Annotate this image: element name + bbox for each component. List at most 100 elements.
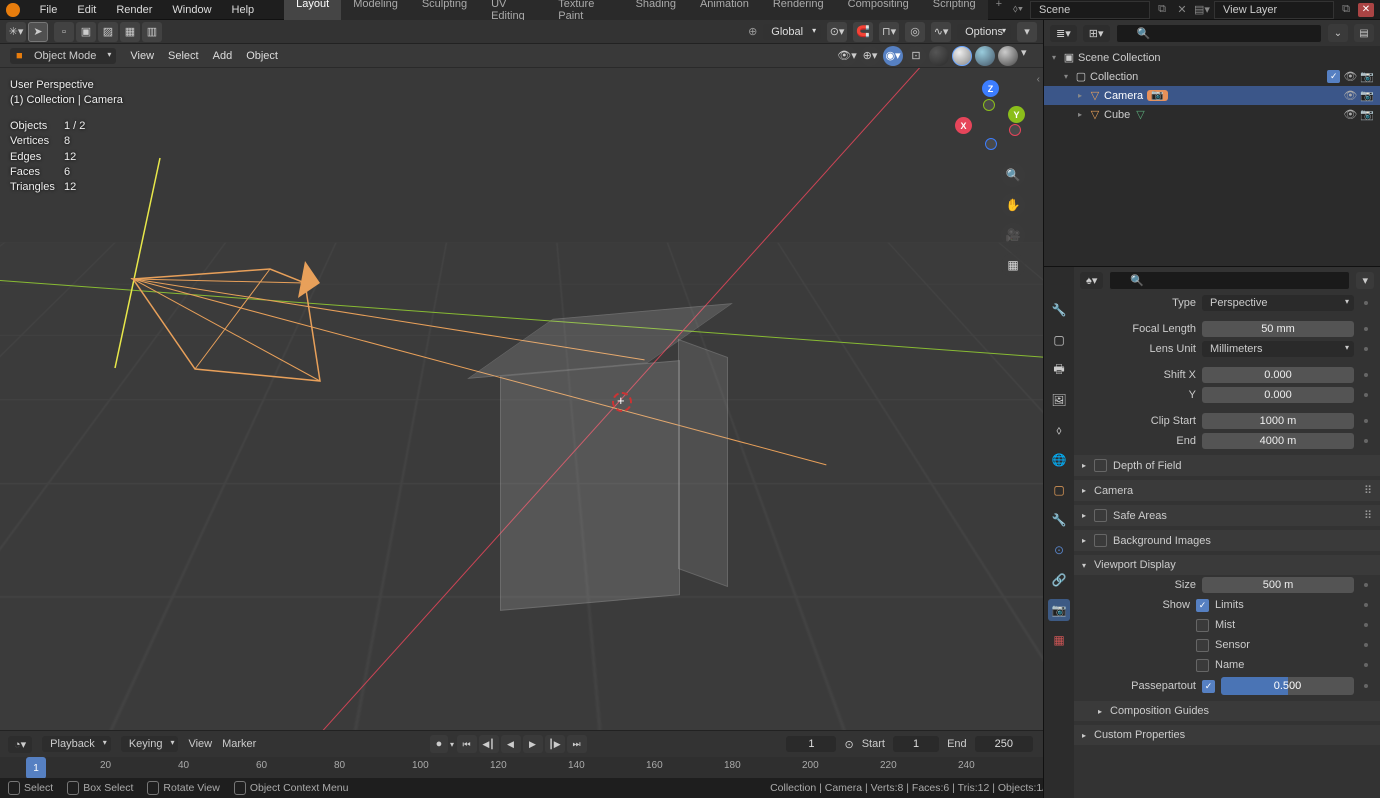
- timeline-ruler[interactable]: 1 20 40 60 80 100 120 140 160 180 200 22…: [0, 757, 1043, 779]
- viewlayer-browse-icon[interactable]: ▤▾: [1194, 2, 1210, 18]
- gizmo-neg-z-axis[interactable]: [985, 138, 997, 150]
- passepartout-slider[interactable]: 0.500: [1221, 677, 1354, 695]
- shading-matprev[interactable]: [975, 46, 995, 66]
- anim-dot[interactable]: [1364, 393, 1368, 397]
- gizmo-z-axis[interactable]: Z: [982, 80, 999, 97]
- tool-cursor-icon[interactable]: ➤: [28, 22, 48, 42]
- anim-dot[interactable]: [1364, 327, 1368, 331]
- anim-dot[interactable]: [1364, 583, 1368, 587]
- cube-row[interactable]: ▸▽Cube ▽ 👁📷: [1044, 105, 1380, 124]
- passepartout-checkbox[interactable]: ✓: [1202, 680, 1215, 693]
- dof-toggle[interactable]: [1094, 459, 1107, 472]
- sensor-checkbox[interactable]: [1196, 639, 1209, 652]
- safeareas-panel-header[interactable]: ▸Safe Areas⠿: [1074, 505, 1380, 526]
- overlays-toggle[interactable]: ◉▾: [883, 46, 903, 66]
- constraint-props-tab[interactable]: 🔗: [1048, 569, 1070, 591]
- snap-dropdown[interactable]: ⊓▾: [879, 22, 899, 42]
- outliner-new-collection-button[interactable]: ▤: [1354, 24, 1374, 42]
- customprops-panel-header[interactable]: ▸Custom Properties: [1074, 725, 1380, 745]
- anim-dot[interactable]: [1364, 603, 1368, 607]
- play-button[interactable]: ▶: [523, 735, 543, 753]
- vpdisplay-panel-header[interactable]: ▾Viewport Display: [1074, 555, 1380, 575]
- select-subtract-icon[interactable]: ▨: [98, 22, 118, 42]
- clip-start-input[interactable]: 1000 m: [1202, 413, 1354, 429]
- keying-dropdown[interactable]: Keying: [121, 736, 179, 752]
- gizmo-toggle[interactable]: ⊕▾: [860, 46, 880, 66]
- pan-icon[interactable]: ✋: [1001, 193, 1025, 217]
- panel-options-icon[interactable]: ⠿: [1364, 484, 1372, 497]
- visibility-dropdown[interactable]: 👁▾: [837, 46, 857, 66]
- camera-row[interactable]: ▸▽Camera 📷 👁📷: [1044, 86, 1380, 105]
- add-menu[interactable]: Add: [213, 50, 233, 62]
- camera-view-icon[interactable]: 🎥: [1001, 223, 1025, 247]
- visibility-icon[interactable]: 👁: [1343, 70, 1357, 83]
- texture-props-tab[interactable]: ▦: [1048, 629, 1070, 651]
- gizmo-y-axis[interactable]: Y: [1008, 106, 1025, 123]
- collection-row[interactable]: ▾▢Collection ✓👁📷: [1044, 67, 1380, 86]
- playback-dropdown[interactable]: Playback: [42, 736, 111, 752]
- anim-dot[interactable]: [1364, 623, 1368, 627]
- anim-dot[interactable]: [1364, 419, 1368, 423]
- shading-dropdown[interactable]: ▾: [1021, 46, 1033, 66]
- help-menu[interactable]: Help: [222, 2, 265, 18]
- editor-type-button[interactable]: ✳▾: [6, 22, 26, 42]
- select-new-icon[interactable]: ▫: [54, 22, 74, 42]
- object-props-tab[interactable]: ▢: [1048, 479, 1070, 501]
- render-icon[interactable]: 📷: [1360, 89, 1374, 102]
- bgimages-toggle[interactable]: [1094, 534, 1107, 547]
- anim-dot[interactable]: [1364, 347, 1368, 351]
- anim-dot[interactable]: [1364, 439, 1368, 443]
- timeline-marker-menu[interactable]: Marker: [222, 738, 256, 750]
- 3d-viewport[interactable]: User Perspective (1) Collection | Camera…: [0, 68, 1043, 730]
- name-checkbox[interactable]: [1196, 659, 1209, 672]
- jump-end-button[interactable]: ⏭: [567, 735, 587, 753]
- select-extend-icon[interactable]: ▣: [76, 22, 96, 42]
- anim-dot[interactable]: [1364, 301, 1368, 305]
- limits-checkbox[interactable]: ✓: [1196, 599, 1209, 612]
- visibility-icon[interactable]: 👁: [1343, 108, 1357, 121]
- playhead[interactable]: 1: [26, 757, 46, 779]
- edit-menu[interactable]: Edit: [67, 2, 106, 18]
- dof-panel-header[interactable]: ▸Depth of Field: [1074, 455, 1380, 476]
- outliner-editor-type-dropdown[interactable]: ≣▾: [1050, 25, 1077, 42]
- properties-pin-icon[interactable]: ♠▾: [1080, 272, 1103, 289]
- transform-orientation-dropdown[interactable]: Global: [763, 24, 821, 40]
- physics-props-tab[interactable]: ⊙: [1048, 539, 1070, 561]
- delete-viewlayer-icon[interactable]: ✕: [1358, 3, 1374, 17]
- gizmo-neg-x-axis[interactable]: [1009, 124, 1021, 136]
- window-menu[interactable]: Window: [162, 2, 221, 18]
- start-frame-input[interactable]: 1: [893, 736, 939, 752]
- properties-search-input[interactable]: 🔍: [1109, 271, 1350, 290]
- nav-gizmo[interactable]: Z Y X: [955, 80, 1025, 150]
- checkbox-icon[interactable]: ✓: [1327, 70, 1340, 83]
- render-icon[interactable]: 📷: [1360, 108, 1374, 121]
- modifier-props-tab[interactable]: 🔧: [1048, 509, 1070, 531]
- camera-panel-header[interactable]: ▸Camera⠿: [1074, 480, 1380, 501]
- autokey-dropdown[interactable]: ▾: [450, 740, 454, 749]
- size-input[interactable]: 500 m: [1202, 577, 1354, 593]
- world-props-tab[interactable]: 🌐: [1048, 449, 1070, 471]
- clip-end-input[interactable]: 4000 m: [1202, 433, 1354, 449]
- jump-start-button[interactable]: ⏮: [457, 735, 477, 753]
- select-invert-icon[interactable]: ▥: [142, 22, 162, 42]
- gizmo-x-axis[interactable]: X: [955, 117, 972, 134]
- render-menu[interactable]: Render: [106, 2, 162, 18]
- snap-toggle[interactable]: 🧲: [853, 22, 873, 42]
- options-dropdown[interactable]: Options: [957, 24, 1011, 40]
- anim-dot[interactable]: [1364, 643, 1368, 647]
- keyframe-prev-button[interactable]: ◀┃: [479, 735, 499, 753]
- anim-dot[interactable]: [1364, 663, 1368, 667]
- safeareas-toggle[interactable]: [1094, 509, 1107, 522]
- output-props-tab[interactable]: 🖶: [1048, 359, 1070, 381]
- viewlayer-props-tab[interactable]: 🖼: [1048, 389, 1070, 411]
- xray-toggle[interactable]: ⊡: [906, 46, 926, 66]
- focal-length-input[interactable]: 50 mm: [1202, 321, 1354, 337]
- panel-options-icon[interactable]: ⠿: [1364, 509, 1372, 522]
- visibility-icon[interactable]: 👁: [1343, 89, 1357, 102]
- render-icon[interactable]: 📷: [1360, 70, 1374, 83]
- keyframe-next-button[interactable]: ┃▶: [545, 735, 565, 753]
- shading-wireframe[interactable]: [929, 46, 949, 66]
- new-scene-icon[interactable]: ⧉: [1154, 2, 1170, 18]
- end-frame-input[interactable]: 250: [975, 736, 1033, 752]
- compguides-panel-header[interactable]: ▸Composition Guides: [1074, 701, 1380, 721]
